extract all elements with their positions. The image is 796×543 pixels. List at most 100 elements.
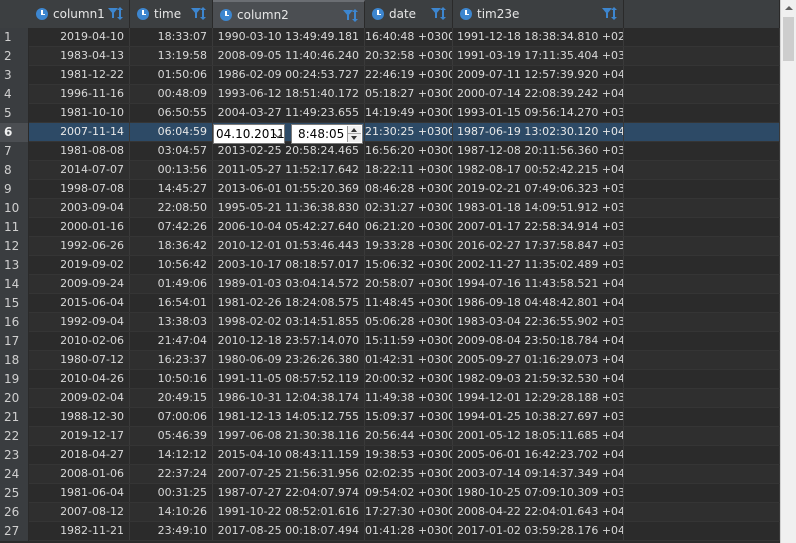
table-row[interactable]: 4 1996-11-16 00:48:09 1993-06-12 18:51:40.1…: [0, 85, 780, 104]
spin-up-icon[interactable]: [348, 126, 361, 134]
table-cell-column2[interactable]: 2011-05-27 11:52:17.642: [213, 161, 365, 179]
table-cell-date[interactable]: 15:09:37 +0300: [365, 408, 453, 426]
row-number[interactable]: 5: [0, 104, 29, 123]
table-cell-tim23e[interactable]: 2000-07-14 22:08:39.242 +0400: [453, 85, 624, 103]
table-row[interactable]: 11 2000-01-16 07:42:26 2006-10-04 05:42:27.…: [0, 218, 780, 237]
table-cell-tim23e[interactable]: 2009-07-11 12:57:39.920 +0400: [453, 66, 624, 84]
table-cell-column1[interactable]: 2019-09-02: [29, 256, 130, 274]
table-cell-date[interactable]: 01:41:28 +0300: [365, 522, 453, 540]
table-cell-column1[interactable]: 2000-01-16: [29, 218, 130, 236]
sort-icon[interactable]: [352, 9, 358, 22]
table-row[interactable]: 15 2015-06-04 16:54:01 1981-02-26 18:24:08.…: [0, 294, 780, 313]
scrollbar-thumb[interactable]: [783, 17, 794, 61]
table-cell-tim23e[interactable]: 1991-03-19 17:11:35.404 +0300: [453, 47, 624, 65]
row-number[interactable]: 20: [0, 389, 29, 408]
table-cell-date[interactable]: 20:58:07 +0300: [365, 275, 453, 293]
table-cell-tim23e[interactable]: 2007-01-17 22:58:34.914 +0300: [453, 218, 624, 236]
table-cell-time[interactable]: 06:50:55: [130, 104, 213, 122]
table-row[interactable]: 14 2009-09-24 01:49:06 1989-01-03 03:04:14.…: [0, 275, 780, 294]
table-cell-column2[interactable]: 1981-12-13 14:05:12.755: [213, 408, 365, 426]
table-cell-column1[interactable]: 2010-04-26: [29, 370, 130, 388]
table-row[interactable]: 6 2007-11-14 06:04:59 21:30:25 +0300 1987-06…: [0, 123, 780, 142]
row-number[interactable]: 26: [0, 503, 29, 522]
row-number[interactable]: 19: [0, 370, 29, 389]
table-row[interactable]: 18 1980-07-12 16:23:37 1980-06-09 23:26:26.…: [0, 351, 780, 370]
table-cell-column1[interactable]: 2019-12-17: [29, 427, 130, 445]
table-cell-tim23e[interactable]: 2003-07-14 09:14:37.349 +0400: [453, 465, 624, 483]
table-row[interactable]: 1 2019-04-10 18:33:07 1990-03-10 13:49:49.1…: [0, 28, 780, 47]
table-cell-column2[interactable]: 2006-10-04 05:42:27.640: [213, 218, 365, 236]
table-row[interactable]: 20 2009-02-04 20:49:15 1986-10-31 12:04:38.…: [0, 389, 780, 408]
table-cell-tim23e[interactable]: 2016-02-27 17:37:58.847 +0300: [453, 237, 624, 255]
table-row[interactable]: 27 1982-11-21 23:49:10 2017-08-25 00:18:07.…: [0, 522, 780, 541]
table-cell-column1[interactable]: 1981-06-04: [29, 484, 130, 502]
table-cell-tim23e[interactable]: 2005-06-01 16:42:23.702 +0400: [453, 446, 624, 464]
table-cell-date[interactable]: 18:22:11 +0300: [365, 161, 453, 179]
table-cell-time[interactable]: 01:49:06: [130, 275, 213, 293]
table-cell-tim23e[interactable]: 1987-12-08 20:11:56.360 +0300: [453, 142, 624, 160]
table-cell-time[interactable]: 20:49:15: [130, 389, 213, 407]
table-cell-date[interactable]: 20:00:32 +0300: [365, 370, 453, 388]
table-cell-time[interactable]: 22:37:24: [130, 465, 213, 483]
filter-sort-controls[interactable]: [343, 9, 359, 23]
table-cell-tim23e[interactable]: 2001-05-12 18:05:11.685 +0400: [453, 427, 624, 445]
table-cell-date[interactable]: 22:46:19 +0300: [365, 66, 453, 84]
table-cell-column2[interactable]: 1990-03-10 13:49:49.181: [213, 28, 365, 46]
table-cell-time[interactable]: 10:56:42: [130, 256, 213, 274]
time-spinner-buttons[interactable]: [347, 126, 361, 142]
table-cell-time[interactable]: 03:04:57: [130, 142, 213, 160]
table-cell-column2[interactable]: 2003-10-17 08:18:57.017: [213, 256, 365, 274]
table-cell-date[interactable]: 01:42:31 +0300: [365, 351, 453, 369]
header-corner[interactable]: [0, 0, 30, 28]
table-cell-time[interactable]: 18:36:42: [130, 237, 213, 255]
table-cell-date[interactable]: 19:33:28 +0300: [365, 237, 453, 255]
table-cell-date[interactable]: 20:56:44 +0300: [365, 427, 453, 445]
table-cell-column1[interactable]: 2007-11-14: [29, 123, 130, 141]
table-row[interactable]: 16 1992-09-04 13:38:03 1998-02-02 03:14:51.…: [0, 313, 780, 332]
table-cell-time[interactable]: 05:46:39: [130, 427, 213, 445]
row-number[interactable]: 23: [0, 446, 29, 465]
table-cell-column2[interactable]: 1989-01-03 03:04:14.572: [213, 275, 365, 293]
table-cell-column2[interactable]: 1997-06-08 21:30:38.116: [213, 427, 365, 445]
table-cell-column2[interactable]: 2015-04-10 08:43:11.159: [213, 446, 365, 464]
row-number[interactable]: 4: [0, 85, 29, 104]
table-cell-column2[interactable]: 2013-06-01 01:55:20.369: [213, 180, 365, 198]
table-cell-column1[interactable]: 2009-02-04: [29, 389, 130, 407]
table-cell-column2[interactable]: 1993-06-12 18:51:40.172: [213, 85, 365, 103]
table-row[interactable]: 13 2019-09-02 10:56:42 2003-10-17 08:18:57.…: [0, 256, 780, 275]
table-cell-tim23e[interactable]: 1987-06-19 13:02:30.120 +0400: [453, 123, 624, 141]
table-cell-column1[interactable]: 1982-11-21: [29, 522, 130, 540]
row-number[interactable]: 14: [0, 275, 29, 294]
table-cell-date[interactable]: 11:49:38 +0300: [365, 389, 453, 407]
table-cell-time[interactable]: 07:42:26: [130, 218, 213, 236]
table-cell-tim23e[interactable]: 2008-04-22 22:04:01.643 +0400: [453, 503, 624, 521]
table-cell-column2[interactable]: 2010-12-01 01:53:46.443: [213, 237, 365, 255]
table-cell-column1[interactable]: 1981-08-08: [29, 142, 130, 160]
table-cell-time[interactable]: 18:33:07: [130, 28, 213, 46]
table-cell-date[interactable]: 15:06:32 +0300: [365, 256, 453, 274]
sort-icon[interactable]: [440, 7, 446, 20]
row-number[interactable]: 11: [0, 218, 29, 237]
table-cell-tim23e[interactable]: 1983-03-04 22:36:55.902 +0300: [453, 313, 624, 331]
table-cell-time[interactable]: 22:08:50: [130, 199, 213, 217]
sort-icon[interactable]: [611, 7, 617, 20]
row-number[interactable]: 22: [0, 427, 29, 446]
table-cell-column2[interactable]: 1986-02-09 00:24:53.727: [213, 66, 365, 84]
table-row[interactable]: 8 2014-07-07 00:13:56 2011-05-27 11:52:17.6…: [0, 161, 780, 180]
table-cell-column2[interactable]: 1991-10-22 08:52:01.616: [213, 503, 365, 521]
table-cell-column2[interactable]: 1980-06-09 23:26:26.380: [213, 351, 365, 369]
table-cell-time[interactable]: 14:45:27: [130, 180, 213, 198]
table-row[interactable]: 5 1981-10-10 06:50:55 2004-03-27 11:49:23.6…: [0, 104, 780, 123]
table-cell-tim23e[interactable]: 1993-01-15 09:56:14.270 +0300: [453, 104, 624, 122]
table-cell-column2[interactable]: 2010-12-18 23:57:14.070: [213, 332, 365, 350]
column-header-column2[interactable]: column2: [213, 0, 365, 28]
table-cell-time[interactable]: 01:50:06: [130, 66, 213, 84]
table-cell-column2[interactable]: 2007-07-25 21:56:31.956: [213, 465, 365, 483]
table-cell-column1[interactable]: 1981-12-22: [29, 66, 130, 84]
row-number[interactable]: 2: [0, 47, 29, 66]
row-number[interactable]: 9: [0, 180, 29, 199]
table-cell-time[interactable]: 14:12:12: [130, 446, 213, 464]
table-cell-column1[interactable]: 1992-09-04: [29, 313, 130, 331]
row-number[interactable]: 15: [0, 294, 29, 313]
row-number[interactable]: 3: [0, 66, 29, 85]
